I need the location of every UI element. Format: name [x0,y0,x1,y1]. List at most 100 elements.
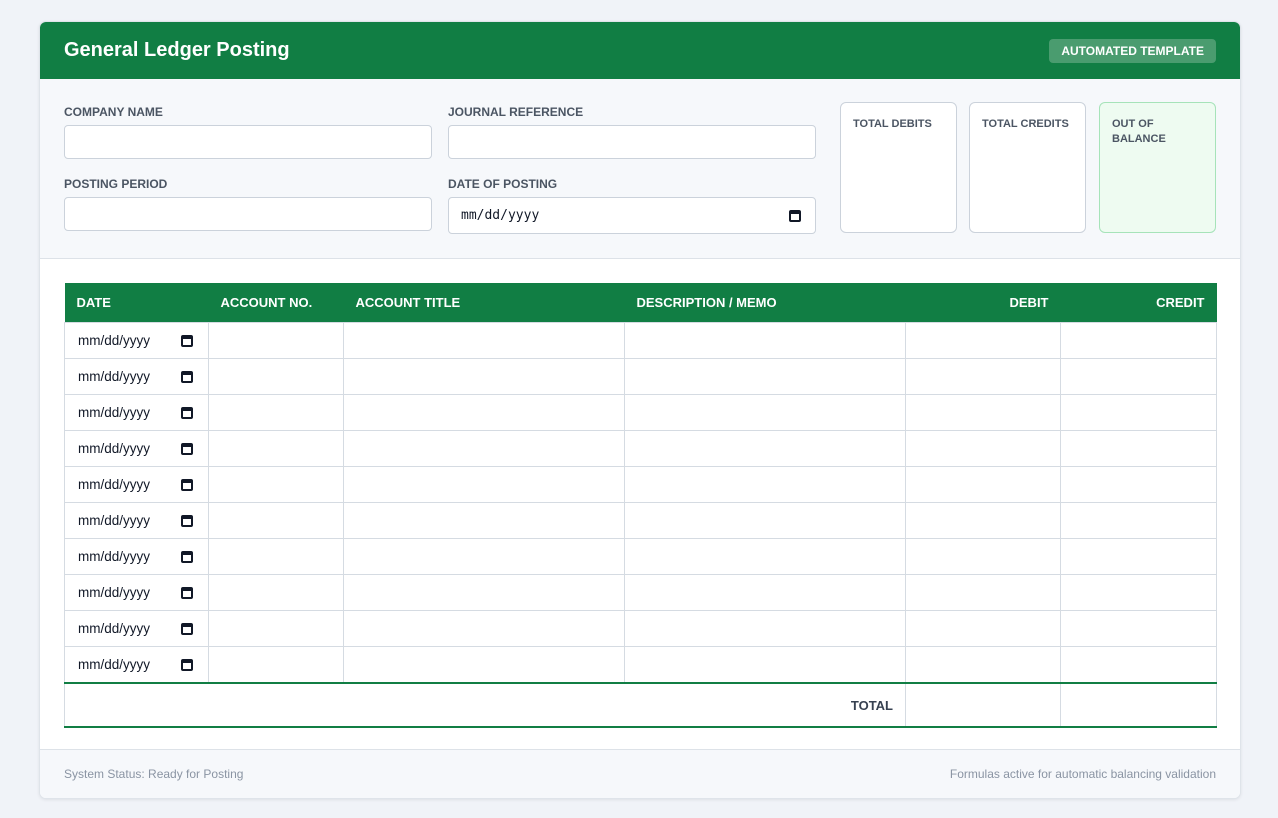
debit-cell[interactable] [905,322,1061,359]
account-title-cell[interactable] [343,574,625,611]
account-no-cell[interactable] [208,646,344,684]
account-no-cell[interactable] [208,394,344,431]
description-cell[interactable] [624,610,906,647]
date-cell[interactable]: mm/dd/yyyy [64,430,209,467]
account-no-cell[interactable] [208,322,344,359]
date-cell[interactable]: mm/dd/yyyy [64,502,209,539]
description-cell[interactable] [624,502,906,539]
account-title-cell[interactable] [343,358,625,395]
row-date-input[interactable]: mm/dd/yyyy [65,405,208,420]
description-cell[interactable] [624,430,906,467]
calendar-icon[interactable] [181,406,193,419]
row-date-input[interactable]: mm/dd/yyyy [65,621,208,636]
row-date-input[interactable]: mm/dd/yyyy [65,477,208,492]
description-cell[interactable] [624,394,906,431]
credit-cell[interactable] [1060,646,1217,684]
account-no-cell[interactable] [208,610,344,647]
table-row: mm/dd/yyyy [64,610,1217,647]
account-title-cell[interactable] [343,646,625,684]
credit-cell[interactable] [1060,538,1217,575]
debit-cell[interactable] [905,610,1061,647]
calendar-icon[interactable] [181,586,193,599]
total-debits-card: TOTAL DEBITS [840,102,957,233]
debit-cell[interactable] [905,358,1061,395]
date-cell[interactable]: mm/dd/yyyy [64,610,209,647]
account-title-cell[interactable] [343,502,625,539]
total-credit-cell [1060,682,1217,728]
account-no-cell[interactable] [208,430,344,467]
credit-cell[interactable] [1060,466,1217,503]
calendar-icon[interactable] [789,209,801,222]
posting-period-input[interactable] [64,197,432,231]
account-title-cell[interactable] [343,322,625,359]
description-cell[interactable] [624,646,906,684]
date-cell[interactable]: mm/dd/yyyy [64,538,209,575]
calendar-icon[interactable] [181,550,193,563]
debit-cell[interactable] [905,466,1061,503]
system-status: System Status: Ready for Posting [64,767,244,781]
account-no-cell[interactable] [208,574,344,611]
description-cell[interactable] [624,358,906,395]
account-no-cell[interactable] [208,466,344,503]
description-cell[interactable] [624,574,906,611]
credit-cell[interactable] [1060,394,1217,431]
debit-cell[interactable] [905,502,1061,539]
account-title-cell[interactable] [343,430,625,467]
description-cell[interactable] [624,322,906,359]
calendar-icon[interactable] [181,658,193,671]
date-cell[interactable]: mm/dd/yyyy [64,574,209,611]
debit-cell[interactable] [905,538,1061,575]
date-cell[interactable]: mm/dd/yyyy [64,646,209,684]
row-date-input[interactable]: mm/dd/yyyy [65,513,208,528]
formula-note: Formulas active for automatic balancing … [949,767,1216,781]
account-title-cell[interactable] [343,466,625,503]
calendar-icon[interactable] [181,370,193,383]
card-header: General Ledger Posting AUTOMATED TEMPLAT… [40,22,1240,79]
credit-cell[interactable] [1060,574,1217,611]
date-cell[interactable]: mm/dd/yyyy [64,394,209,431]
debit-cell[interactable] [905,646,1061,684]
date-cell[interactable]: mm/dd/yyyy [64,466,209,503]
date-of-posting-input[interactable]: mm/dd/yyyy [448,197,816,234]
table-header-row: DATE ACCOUNT NO. ACCOUNT TITLE DESCRIPTI… [64,283,1217,323]
debit-cell[interactable] [905,574,1061,611]
account-no-cell[interactable] [208,538,344,575]
calendar-icon[interactable] [181,334,193,347]
out-of-balance-card: OUT OF BALANCE [1099,102,1216,233]
credit-cell[interactable] [1060,610,1217,647]
date-cell[interactable]: mm/dd/yyyy [64,322,209,359]
calendar-icon[interactable] [181,442,193,455]
row-date-input[interactable]: mm/dd/yyyy [65,585,208,600]
account-no-cell[interactable] [208,358,344,395]
row-date-placeholder: mm/dd/yyyy [78,585,151,600]
table-row: mm/dd/yyyy [64,430,1217,467]
credit-cell[interactable] [1060,502,1217,539]
description-cell[interactable] [624,538,906,575]
row-date-input[interactable]: mm/dd/yyyy [65,441,208,456]
credit-cell[interactable] [1060,430,1217,467]
account-title-cell[interactable] [343,538,625,575]
column-header-date: DATE [64,283,209,323]
row-date-placeholder: mm/dd/yyyy [78,333,151,348]
column-header-account-no: ACCOUNT NO. [208,283,344,323]
row-date-input[interactable]: mm/dd/yyyy [65,333,208,348]
table-row: mm/dd/yyyy [64,466,1217,503]
total-label: TOTAL [64,682,906,728]
account-title-cell[interactable] [343,394,625,431]
account-title-cell[interactable] [343,610,625,647]
credit-cell[interactable] [1060,322,1217,359]
credit-cell[interactable] [1060,358,1217,395]
company-name-input[interactable] [64,125,432,159]
account-no-cell[interactable] [208,502,344,539]
debit-cell[interactable] [905,394,1061,431]
row-date-input[interactable]: mm/dd/yyyy [65,549,208,564]
date-cell[interactable]: mm/dd/yyyy [64,358,209,395]
calendar-icon[interactable] [181,622,193,635]
journal-reference-input[interactable] [448,125,816,159]
row-date-input[interactable]: mm/dd/yyyy [65,657,208,672]
calendar-icon[interactable] [181,514,193,527]
calendar-icon[interactable] [181,478,193,491]
debit-cell[interactable] [905,430,1061,467]
row-date-input[interactable]: mm/dd/yyyy [65,369,208,384]
description-cell[interactable] [624,466,906,503]
